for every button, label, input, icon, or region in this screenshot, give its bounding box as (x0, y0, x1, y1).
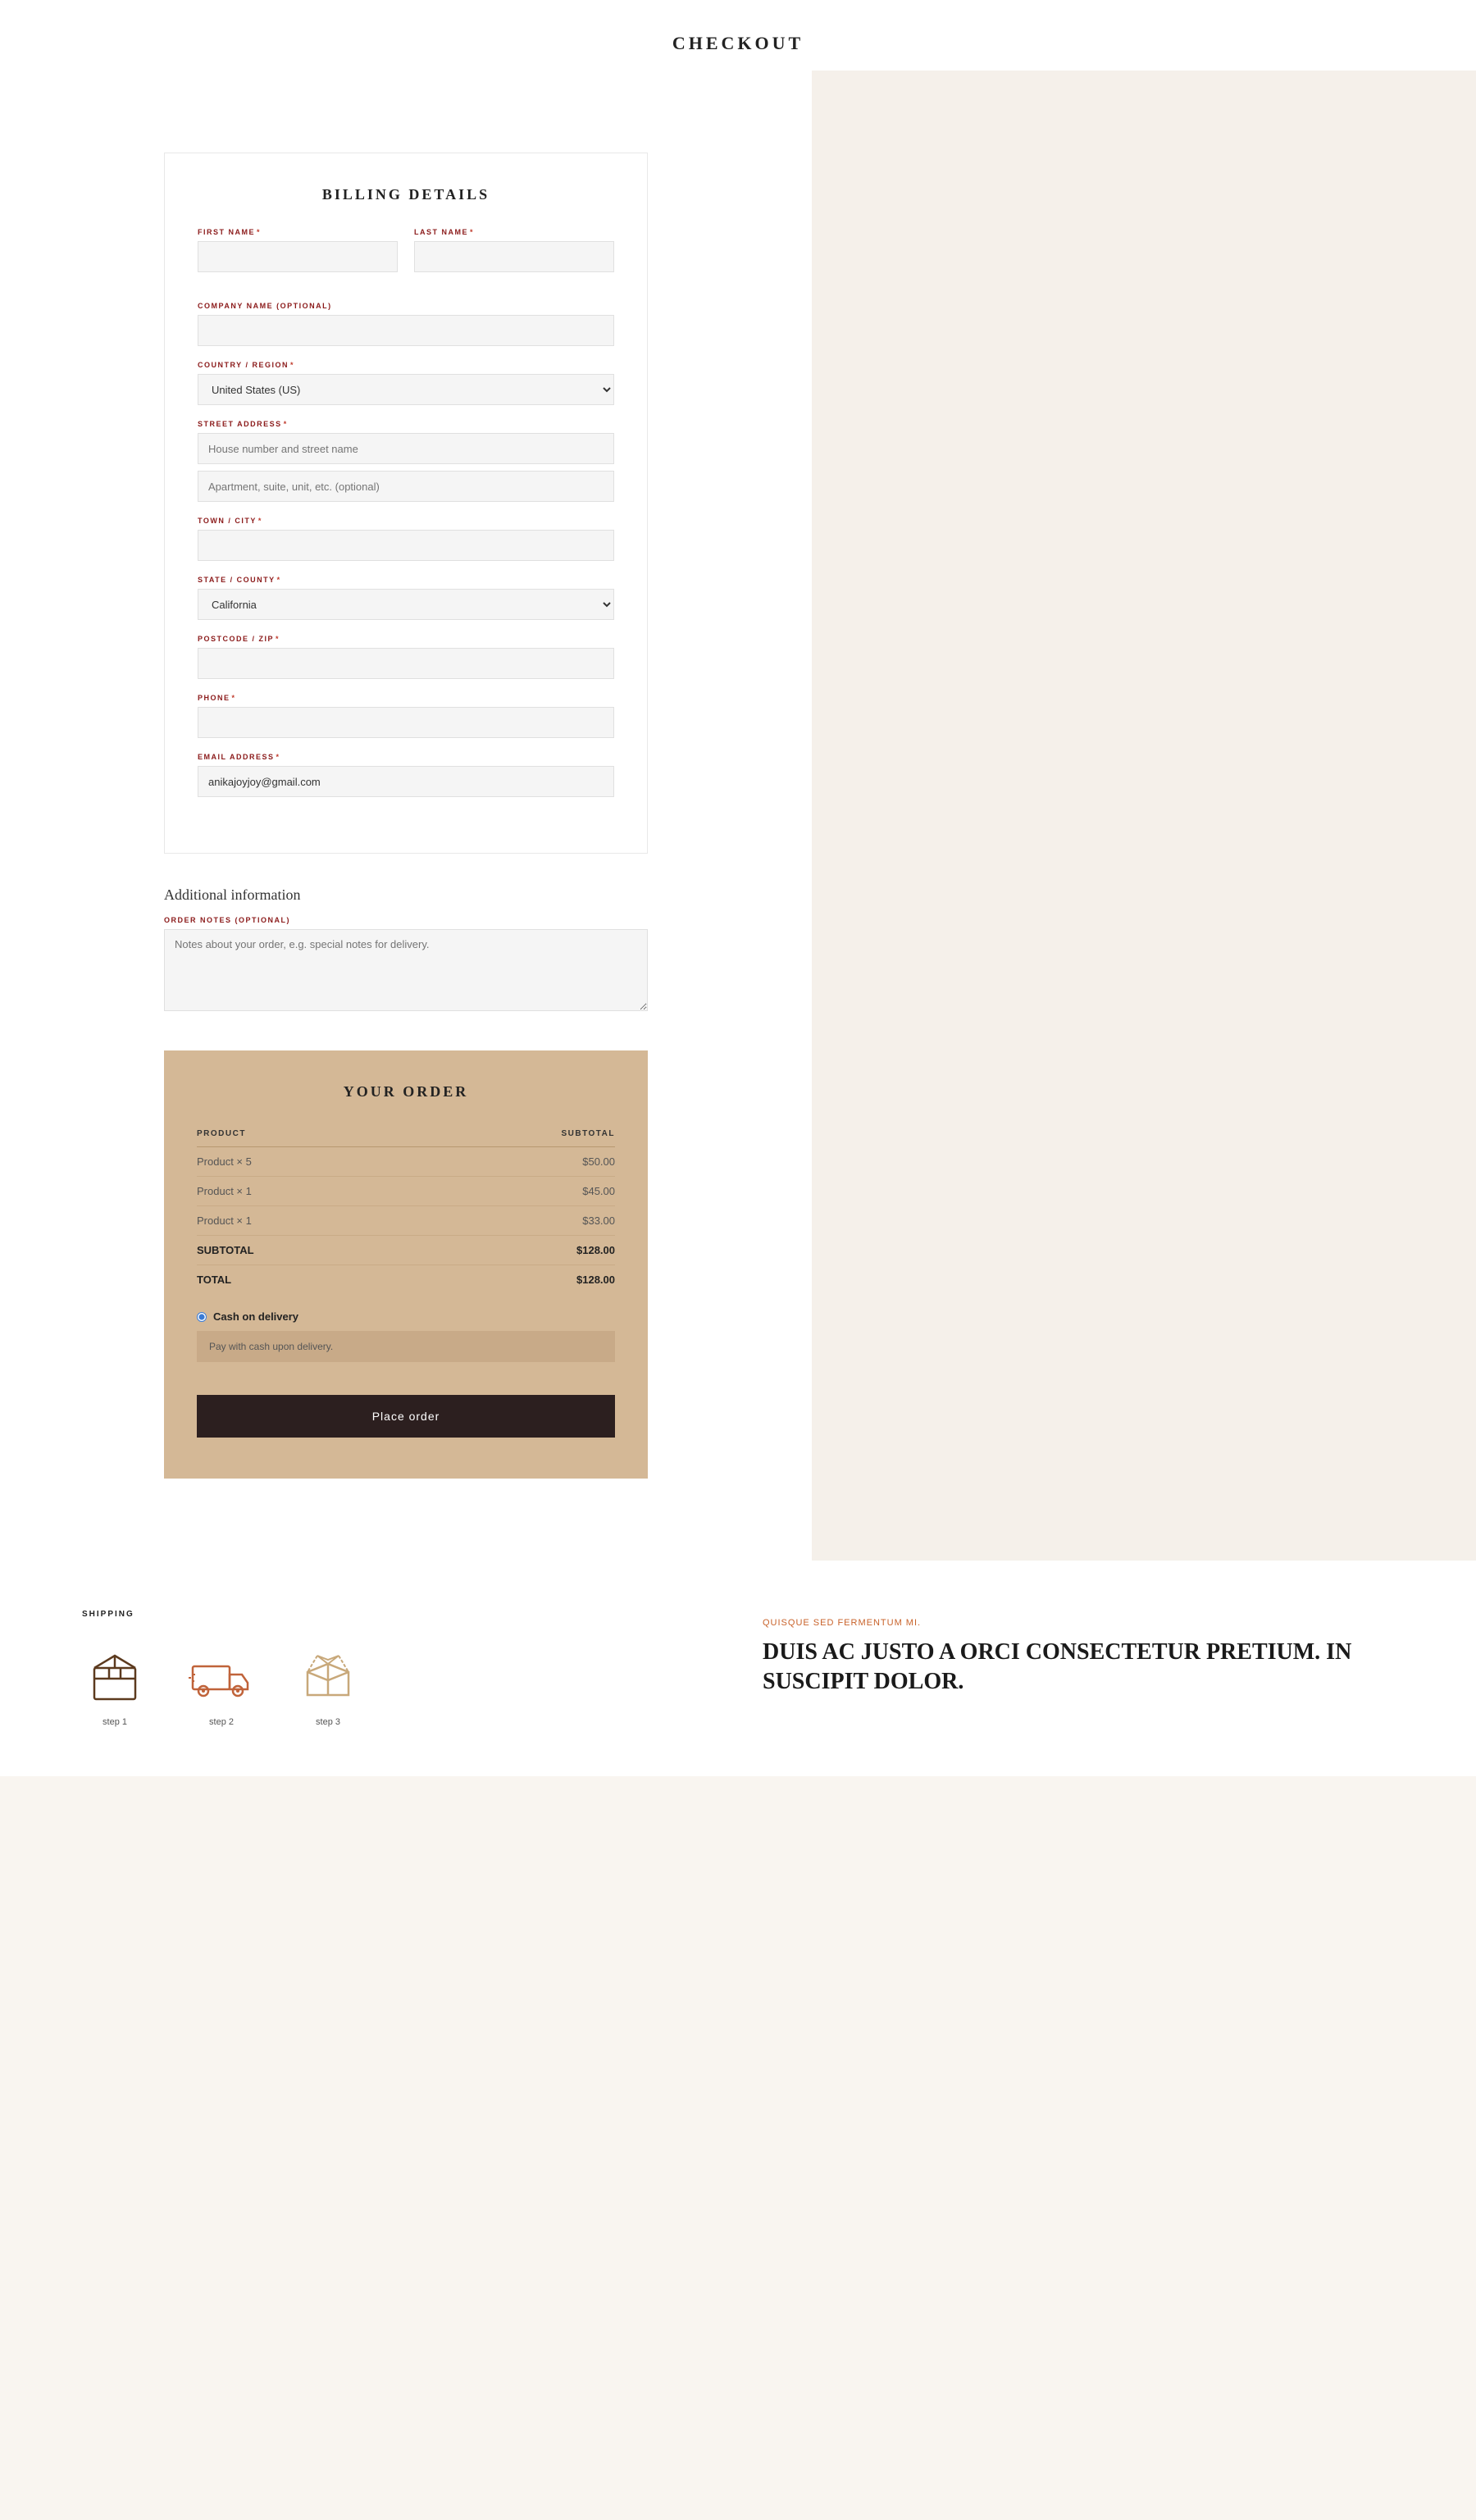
email-label: EMAIL ADDRESS* (198, 753, 614, 761)
phone-label: PHONE* (198, 694, 614, 702)
company-input[interactable] (198, 315, 614, 346)
table-row: Product × 1 $45.00 (197, 1177, 615, 1206)
step-1-item: step 1 (82, 1643, 148, 1727)
postcode-input[interactable] (198, 648, 614, 679)
street-input-2[interactable] (198, 471, 614, 502)
street-label: STREET ADDRESS* (198, 420, 614, 428)
payment-label: Cash on delivery (213, 1310, 298, 1323)
first-name-group: FIRST NAME* (198, 228, 398, 272)
shipping-subtitle: QUISQUE SED FERMENTUM MI. (763, 1618, 1394, 1628)
billing-title: BILLING DETAILS (198, 186, 614, 203)
truck-icon (189, 1643, 254, 1709)
order-section: YOUR ORDER PRODUCT SUBTOTAL Product × 5 … (164, 1050, 648, 1479)
step-3-label: step 3 (316, 1717, 340, 1727)
order-title: YOUR ORDER (197, 1083, 615, 1101)
table-row: Product × 1 $33.00 (197, 1206, 615, 1236)
col-product: PRODUCT (197, 1121, 412, 1147)
step-1-label: step 1 (102, 1717, 127, 1727)
shipping-heading: DUIS AC JUSTO A ORCI CONSECTETUR PRETIUM… (763, 1638, 1394, 1697)
street-input-1[interactable] (198, 433, 614, 464)
col-subtotal: SUBTOTAL (412, 1121, 615, 1147)
country-select[interactable]: United States (US) Canada United Kingdom… (198, 374, 614, 405)
main-layout: BILLING DETAILS FIRST NAME* LAST NAME* (0, 120, 1476, 1561)
left-column: BILLING DETAILS FIRST NAME* LAST NAME* (0, 120, 812, 1561)
right-column (812, 120, 1476, 1561)
item-name: Product × 5 (197, 1147, 412, 1177)
box-icon (82, 1643, 148, 1709)
total-row: TOTAL $128.00 (197, 1265, 615, 1295)
additional-section: Additional information ORDER NOTES (OPTI… (164, 878, 648, 1042)
checkout-form-wrapper: BILLING DETAILS FIRST NAME* LAST NAME* (139, 120, 672, 1511)
last-name-group: LAST NAME* (414, 228, 614, 272)
shipping-steps: SHIPPING step 1 (82, 1610, 713, 1727)
last-name-input[interactable] (414, 241, 614, 272)
shipping-label: SHIPPING (82, 1610, 713, 1619)
email-input[interactable] (198, 766, 614, 797)
step-3-item: step 3 (295, 1643, 361, 1727)
payment-option: Cash on delivery (197, 1310, 615, 1323)
subtotal-label: SUBTOTAL (197, 1236, 412, 1265)
page-title-area: CHECKOUT (0, 0, 1476, 71)
item-name: Product × 1 (197, 1206, 412, 1236)
top-banner-left (0, 71, 812, 120)
company-group: COMPANY NAME (OPTIONAL) (198, 302, 614, 346)
town-input[interactable] (198, 530, 614, 561)
payment-desc: Pay with cash upon delivery. (197, 1331, 615, 1362)
email-group: EMAIL ADDRESS* (198, 753, 614, 797)
payment-radio[interactable] (197, 1312, 207, 1322)
top-banner (0, 71, 1476, 120)
first-name-input[interactable] (198, 241, 398, 272)
item-price: $45.00 (412, 1177, 615, 1206)
billing-section: BILLING DETAILS FIRST NAME* LAST NAME* (164, 153, 648, 854)
order-notes-group: ORDER NOTES (OPTIONAL) (164, 916, 648, 1011)
country-label: COUNTRY / REGION* (198, 361, 614, 369)
open-box-icon (295, 1643, 361, 1709)
order-notes-textarea[interactable] (164, 929, 648, 1011)
state-group: STATE / COUNTY* California New York Texa… (198, 576, 614, 620)
first-name-label: FIRST NAME* (198, 228, 398, 236)
total-label: TOTAL (197, 1265, 412, 1295)
item-price: $33.00 (412, 1206, 615, 1236)
street-group: STREET ADDRESS* (198, 420, 614, 502)
postcode-group: POSTCODE / ZIP* (198, 635, 614, 679)
phone-group: PHONE* (198, 694, 614, 738)
step-2-label: step 2 (209, 1717, 234, 1727)
page-title: CHECKOUT (0, 33, 1476, 54)
subtotal-row: SUBTOTAL $128.00 (197, 1236, 615, 1265)
total-value: $128.00 (412, 1265, 615, 1295)
name-row: FIRST NAME* LAST NAME* (198, 228, 614, 287)
shipping-text-area: QUISQUE SED FERMENTUM MI. DUIS AC JUSTO … (763, 1610, 1394, 1697)
item-price: $50.00 (412, 1147, 615, 1177)
state-label: STATE / COUNTY* (198, 576, 614, 584)
place-order-button[interactable]: Place order (197, 1395, 615, 1438)
payment-section: Cash on delivery Pay with cash upon deli… (197, 1310, 615, 1362)
last-name-label: LAST NAME* (414, 228, 614, 236)
steps-row: step 1 step 2 (82, 1643, 713, 1727)
order-table: PRODUCT SUBTOTAL Product × 5 $50.00 Prod… (197, 1121, 615, 1294)
town-label: TOWN / CITY* (198, 517, 614, 525)
top-banner-right (812, 71, 1476, 120)
additional-title: Additional information (164, 886, 648, 904)
state-select[interactable]: California New York Texas Florida (198, 589, 614, 620)
bottom-section: SHIPPING step 1 (0, 1561, 1476, 1776)
item-name: Product × 1 (197, 1177, 412, 1206)
town-group: TOWN / CITY* (198, 517, 614, 561)
table-row: Product × 5 $50.00 (197, 1147, 615, 1177)
phone-input[interactable] (198, 707, 614, 738)
postcode-label: POSTCODE / ZIP* (198, 635, 614, 643)
country-group: COUNTRY / REGION* United States (US) Can… (198, 361, 614, 405)
step-2-item: step 2 (189, 1643, 254, 1727)
company-label: COMPANY NAME (OPTIONAL) (198, 302, 614, 310)
order-notes-label: ORDER NOTES (OPTIONAL) (164, 916, 648, 924)
subtotal-value: $128.00 (412, 1236, 615, 1265)
